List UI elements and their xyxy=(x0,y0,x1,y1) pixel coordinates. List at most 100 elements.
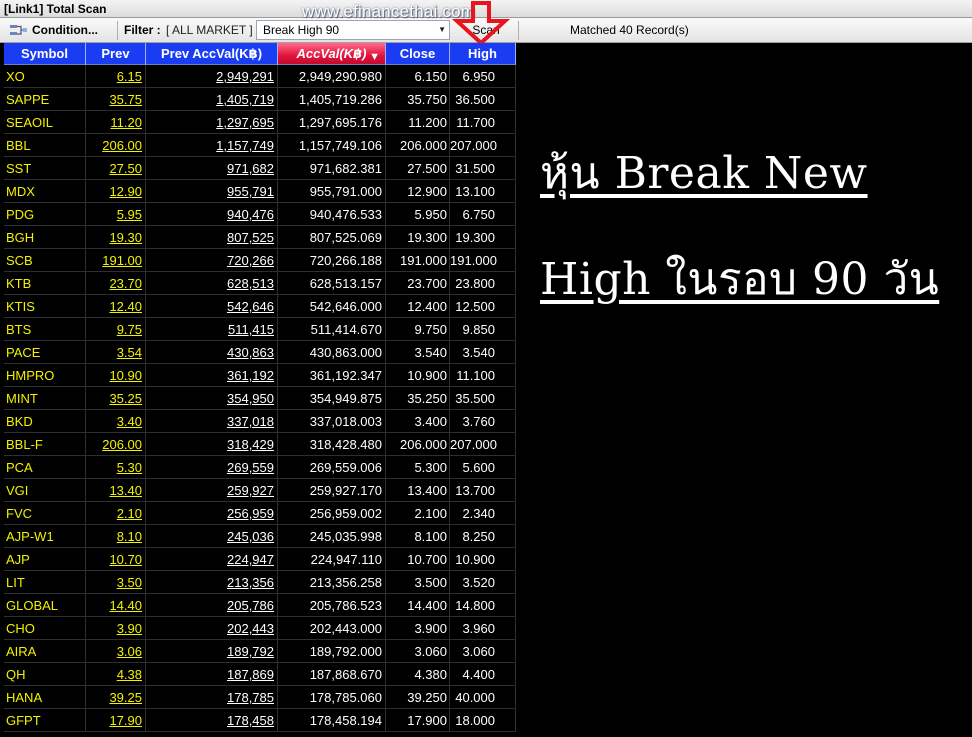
prev-cell[interactable]: 5.30 xyxy=(86,456,146,479)
prev-cell[interactable]: 4.38 xyxy=(86,663,146,686)
prev-accval-cell[interactable]: 542,646 xyxy=(146,295,278,318)
prev-accval-cell[interactable]: 337,018 xyxy=(146,410,278,433)
prev-cell[interactable]: 12.90 xyxy=(86,180,146,203)
col-header-accval[interactable]: AccVal(K฿) ▼ xyxy=(278,43,386,65)
table-row[interactable]: VGI 13.40 259,927 259,927.170 13.400 13.700 xyxy=(4,479,516,502)
table-row[interactable]: QH 4.38 187,869 187,868.670 4.380 4.400 xyxy=(4,663,516,686)
prev-cell[interactable]: 39.25 xyxy=(86,686,146,709)
high-cell: 5.600 xyxy=(450,456,516,479)
prev-accval-cell[interactable]: 178,785 xyxy=(146,686,278,709)
prev-accval-cell[interactable]: 202,443 xyxy=(146,617,278,640)
table-row[interactable]: AIRA 3.06 189,792 189,792.000 3.060 3.060 xyxy=(4,640,516,663)
prev-cell[interactable]: 3.40 xyxy=(86,410,146,433)
prev-cell[interactable]: 14.40 xyxy=(86,594,146,617)
table-row[interactable]: PCA 5.30 269,559 269,559.006 5.300 5.600 xyxy=(4,456,516,479)
prev-cell[interactable]: 19.30 xyxy=(86,226,146,249)
table-row[interactable]: SEAOIL 11.20 1,297,695 1,297,695.176 11.200 1… xyxy=(4,111,516,134)
prev-cell[interactable]: 10.70 xyxy=(86,548,146,571)
prev-accval-cell[interactable]: 224,947 xyxy=(146,548,278,571)
prev-cell[interactable]: 3.06 xyxy=(86,640,146,663)
prev-accval-cell[interactable]: 1,297,695 xyxy=(146,111,278,134)
prev-cell[interactable]: 2.10 xyxy=(86,502,146,525)
table-row[interactable]: KTIS 12.40 542,646 542,646.000 12.400 12.500 xyxy=(4,295,516,318)
prev-accval-cell[interactable]: 259,927 xyxy=(146,479,278,502)
scan-type-select[interactable]: Break High 90 ▼ xyxy=(256,20,450,40)
table-row[interactable]: BGH 19.30 807,525 807,525.069 19.300 19.300 xyxy=(4,226,516,249)
prev-cell[interactable]: 17.90 xyxy=(86,709,146,732)
prev-accval-cell[interactable]: 2,949,291 xyxy=(146,65,278,88)
prev-accval-cell[interactable]: 318,429 xyxy=(146,433,278,456)
prev-accval-cell[interactable]: 955,791 xyxy=(146,180,278,203)
prev-accval-cell[interactable]: 430,863 xyxy=(146,341,278,364)
table-row[interactable]: CHO 3.90 202,443 202,443.000 3.900 3.960 xyxy=(4,617,516,640)
prev-cell[interactable]: 6.15 xyxy=(86,65,146,88)
prev-cell[interactable]: 206.00 xyxy=(86,433,146,456)
table-row[interactable]: BTS 9.75 511,415 511,414.670 9.750 9.850 xyxy=(4,318,516,341)
prev-accval-cell[interactable]: 720,266 xyxy=(146,249,278,272)
col-header-symbol[interactable]: Symbol xyxy=(4,43,86,65)
prev-cell[interactable]: 3.50 xyxy=(86,571,146,594)
prev-cell[interactable]: 9.75 xyxy=(86,318,146,341)
prev-accval-cell[interactable]: 213,356 xyxy=(146,571,278,594)
prev-accval-cell[interactable]: 511,415 xyxy=(146,318,278,341)
col-header-close[interactable]: Close xyxy=(386,43,450,65)
prev-accval-cell[interactable]: 178,458 xyxy=(146,709,278,732)
col-header-high[interactable]: High xyxy=(450,43,516,65)
prev-accval-cell[interactable]: 189,792 xyxy=(146,640,278,663)
table-row[interactable]: FVC 2.10 256,959 256,959.002 2.100 2.340 xyxy=(4,502,516,525)
prev-accval-cell[interactable]: 940,476 xyxy=(146,203,278,226)
prev-accval-cell[interactable]: 269,559 xyxy=(146,456,278,479)
prev-accval-cell[interactable]: 205,786 xyxy=(146,594,278,617)
prev-cell[interactable]: 12.40 xyxy=(86,295,146,318)
table-row[interactable]: AJP 10.70 224,947 224,947.110 10.700 10.900 xyxy=(4,548,516,571)
prev-cell[interactable]: 35.25 xyxy=(86,387,146,410)
close-cell: 3.900 xyxy=(386,617,450,640)
table-row[interactable]: XO 6.15 2,949,291 2,949,290.980 6.150 6.950 xyxy=(4,65,516,88)
table-row[interactable]: SCB 191.00 720,266 720,266.188 191.000 191.00… xyxy=(4,249,516,272)
table-row[interactable]: BBL 206.00 1,157,749 1,157,749.106 206.000 20… xyxy=(4,134,516,157)
prev-cell[interactable]: 3.54 xyxy=(86,341,146,364)
prev-cell[interactable]: 5.95 xyxy=(86,203,146,226)
table-row[interactable]: GFPT 17.90 178,458 178,458.194 17.900 18.000 xyxy=(4,709,516,732)
prev-accval-cell[interactable]: 971,682 xyxy=(146,157,278,180)
prev-accval-cell[interactable]: 245,036 xyxy=(146,525,278,548)
prev-cell[interactable]: 27.50 xyxy=(86,157,146,180)
chevron-down-icon[interactable]: ▼ xyxy=(438,21,446,39)
table-row[interactable]: SAPPE 35.75 1,405,719 1,405,719.286 35.750 36… xyxy=(4,88,516,111)
prev-accval-cell[interactable]: 361,192 xyxy=(146,364,278,387)
table-row[interactable]: PDG 5.95 940,476 940,476.533 5.950 6.750 xyxy=(4,203,516,226)
accval-cell: 542,646.000 xyxy=(278,295,386,318)
prev-cell[interactable]: 11.20 xyxy=(86,111,146,134)
prev-accval-cell[interactable]: 628,513 xyxy=(146,272,278,295)
prev-accval-cell[interactable]: 1,405,719 xyxy=(146,88,278,111)
prev-accval-cell[interactable]: 807,525 xyxy=(146,226,278,249)
prev-cell[interactable]: 35.75 xyxy=(86,88,146,111)
filter-market-value[interactable]: [ ALL MARKET ] xyxy=(166,18,253,43)
prev-cell[interactable]: 206.00 xyxy=(86,134,146,157)
condition-button[interactable]: Condition... xyxy=(6,18,114,43)
prev-cell[interactable]: 10.90 xyxy=(86,364,146,387)
table-row[interactable]: BBL-F 206.00 318,429 318,428.480 206.000 207.… xyxy=(4,433,516,456)
table-row[interactable]: LIT 3.50 213,356 213,356.258 3.500 3.520 xyxy=(4,571,516,594)
table-row[interactable]: MDX 12.90 955,791 955,791.000 12.900 13.100 xyxy=(4,180,516,203)
prev-accval-cell[interactable]: 1,157,749 xyxy=(146,134,278,157)
table-row[interactable]: AJP-W1 8.10 245,036 245,035.998 8.100 8.250 xyxy=(4,525,516,548)
prev-accval-cell[interactable]: 354,950 xyxy=(146,387,278,410)
col-header-prev-accval[interactable]: Prev AccVal(K฿) xyxy=(146,43,278,65)
table-row[interactable]: SST 27.50 971,682 971,682.381 27.500 31.500 xyxy=(4,157,516,180)
table-row[interactable]: KTB 23.70 628,513 628,513.157 23.700 23.800 xyxy=(4,272,516,295)
table-row[interactable]: BKD 3.40 337,018 337,018.003 3.400 3.760 xyxy=(4,410,516,433)
table-row[interactable]: MINT 35.25 354,950 354,949.875 35.250 35.500 xyxy=(4,387,516,410)
col-header-prev[interactable]: Prev xyxy=(86,43,146,65)
prev-cell[interactable]: 23.70 xyxy=(86,272,146,295)
table-row[interactable]: HMPRO 10.90 361,192 361,192.347 10.900 11.100 xyxy=(4,364,516,387)
table-row[interactable]: PACE 3.54 430,863 430,863.000 3.540 3.540 xyxy=(4,341,516,364)
prev-cell[interactable]: 8.10 xyxy=(86,525,146,548)
prev-cell[interactable]: 3.90 xyxy=(86,617,146,640)
table-row[interactable]: GLOBAL 14.40 205,786 205,786.523 14.400 14.80… xyxy=(4,594,516,617)
prev-cell[interactable]: 13.40 xyxy=(86,479,146,502)
prev-cell[interactable]: 191.00 xyxy=(86,249,146,272)
prev-accval-cell[interactable]: 187,869 xyxy=(146,663,278,686)
prev-accval-cell[interactable]: 256,959 xyxy=(146,502,278,525)
table-row[interactable]: HANA 39.25 178,785 178,785.060 39.250 40.000 xyxy=(4,686,516,709)
